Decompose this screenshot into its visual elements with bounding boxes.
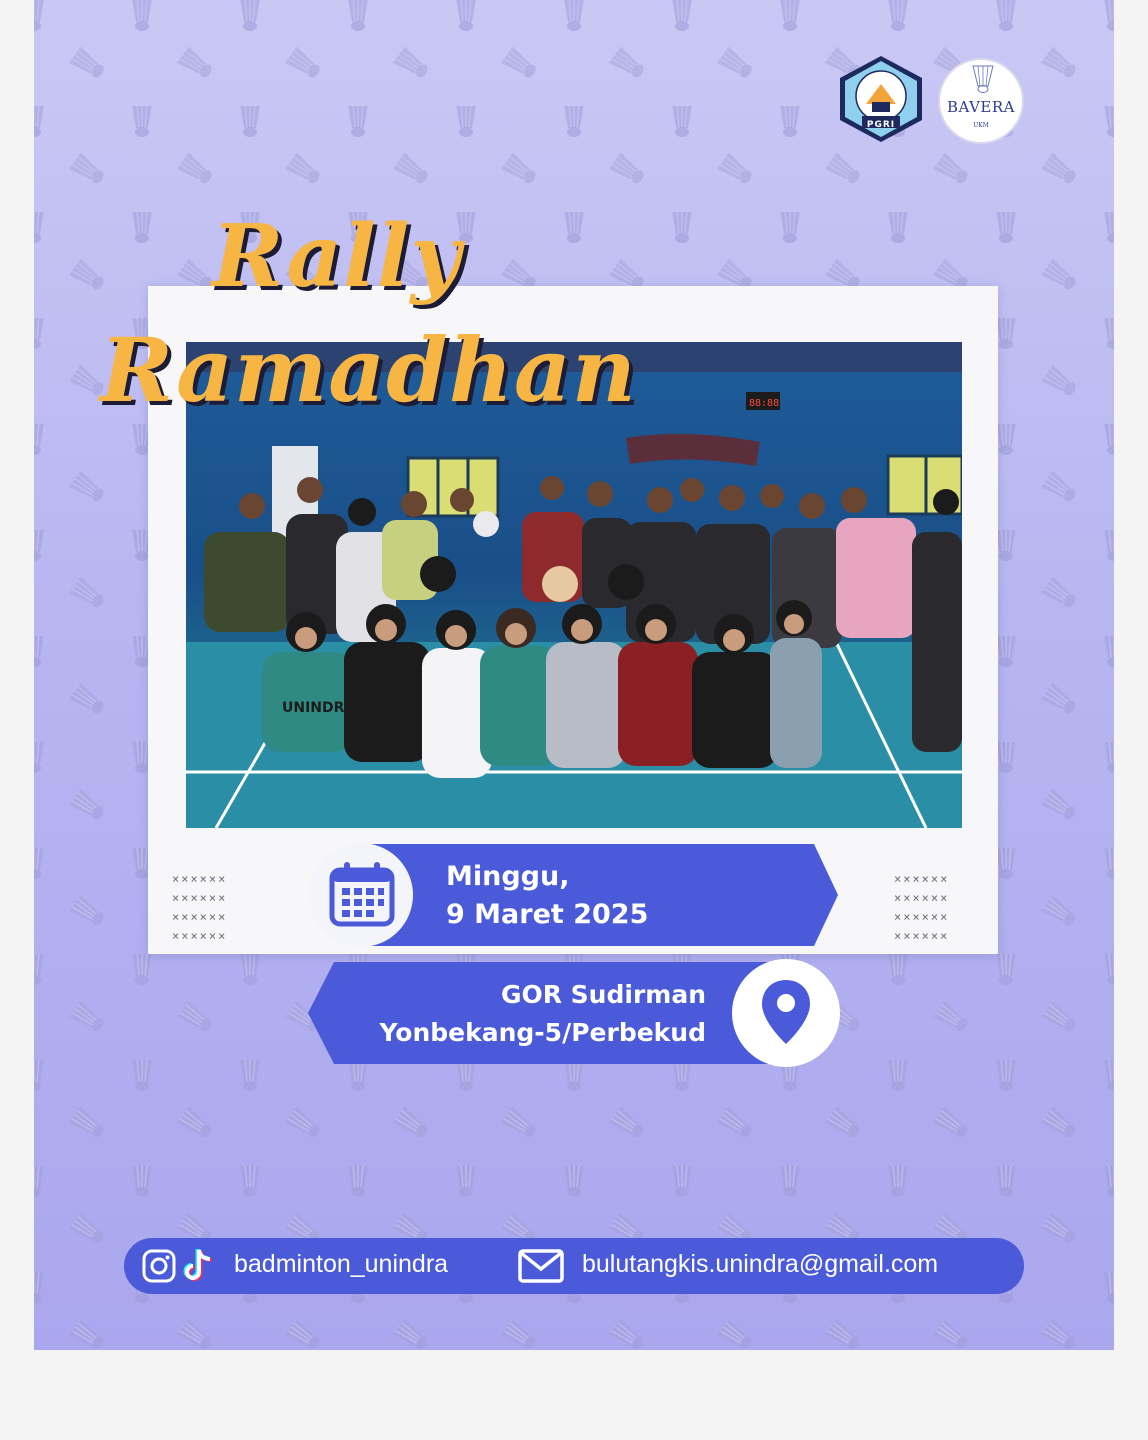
event-day: Minggu,: [446, 861, 570, 892]
instagram-icon[interactable]: [142, 1249, 176, 1283]
contact-bar: badminton_unindra bulutangkis.unindra@gm…: [124, 1238, 1024, 1294]
mail-icon[interactable]: [518, 1249, 564, 1283]
title-line-2: Ramadhan: [100, 318, 637, 422]
email-address[interactable]: bulutangkis.unindra@gmail.com: [582, 1250, 938, 1279]
bavera-logo: BAVERA UKM: [938, 58, 1024, 144]
venue-line-2: Yonbekang-5/Perbekud: [379, 1018, 706, 1047]
bavera-logo-name: BAVERA: [946, 98, 1016, 116]
shuttlecock-icon: [972, 65, 994, 93]
decorative-cross-grid-left: ×××××× ×××××× ×××××× ××××××: [172, 872, 228, 943]
social-handle[interactable]: badminton_unindra: [234, 1250, 448, 1279]
decorative-cross-grid-right: ×××××× ×××××× ×××××× ××××××: [894, 872, 950, 943]
tiktok-icon[interactable]: [182, 1248, 214, 1284]
title-line-1: Rally: [212, 206, 462, 307]
event-date: Minggu, 9 Maret 2025: [446, 858, 648, 934]
venue-line-1: GOR Sudirman: [500, 980, 706, 1009]
event-full-date: 9 Maret 2025: [446, 899, 649, 930]
shirt-text: UNINDRA: [282, 700, 355, 716]
unindra-logo-label: PGRI: [866, 120, 896, 130]
event-venue: GOR Sudirman Yonbekang-5/Perbekud: [286, 976, 706, 1052]
bavera-logo-sub: UKM: [973, 122, 989, 129]
poster: PGRI BAVERA UKM 88:88 UNINDRA ×××××× ×××…: [34, 0, 1114, 1350]
unindra-logo: [840, 56, 922, 142]
scoreboard: 88:88: [749, 398, 779, 409]
